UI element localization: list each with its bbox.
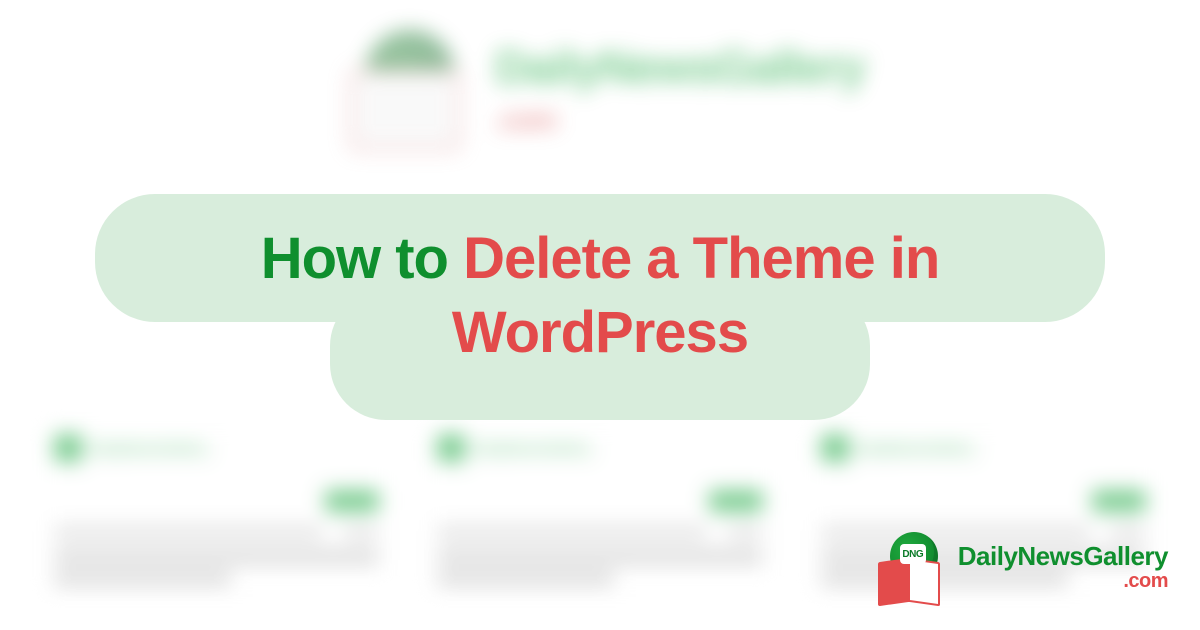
background-logo-text: DailyNewsGallery .com — [495, 44, 865, 136]
brand-domain: .com — [495, 106, 556, 134]
corner-logo-icon: DNG — [874, 530, 948, 604]
title-part-red: Delete a Theme in WordPress — [452, 226, 939, 365]
article-title: How to Delete a Theme in WordPress — [120, 222, 1080, 370]
brand-badge: DNG — [900, 544, 926, 564]
background-logo-icon — [335, 20, 475, 160]
brand-domain: .com — [958, 571, 1168, 591]
corner-logo: DNG DailyNewsGallery .com — [874, 530, 1168, 604]
background-card: DailyNewsGallery — [423, 420, 776, 600]
corner-logo-text: DailyNewsGallery .com — [958, 543, 1168, 591]
brand-name: DailyNewsGallery — [958, 543, 1168, 569]
background-logo: DailyNewsGallery .com — [335, 20, 865, 160]
brand-name: DailyNewsGallery — [495, 41, 865, 93]
background-card: DailyNewsGallery — [40, 420, 393, 600]
title-part-green: How to — [261, 226, 463, 291]
